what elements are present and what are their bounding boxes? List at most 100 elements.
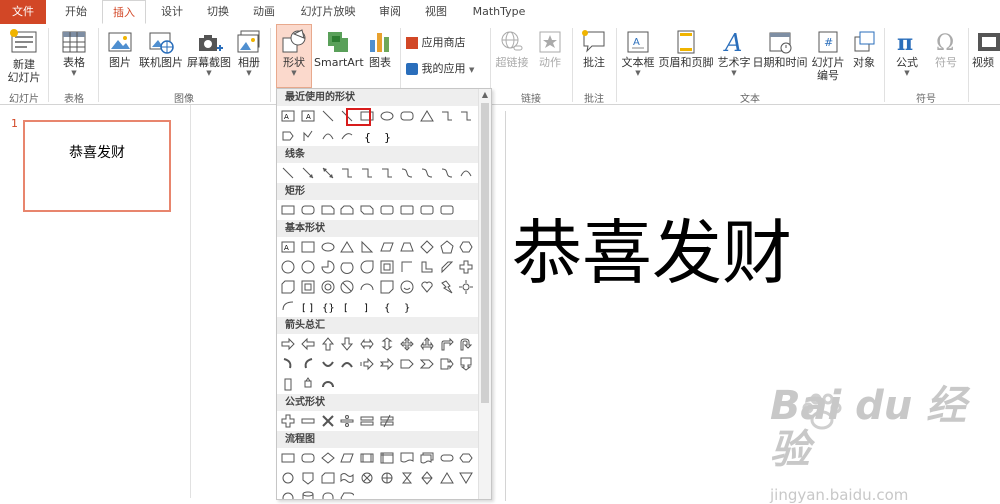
flowchart-multidocument-shape-icon[interactable] bbox=[420, 451, 434, 465]
flowchart-connector-shape-icon[interactable] bbox=[281, 471, 295, 485]
curved-left-arrow-shape-icon[interactable] bbox=[301, 357, 315, 371]
hyperlink-button[interactable]: 超链接 bbox=[494, 28, 530, 69]
rounded-rectangle-shape-icon[interactable] bbox=[301, 203, 315, 217]
tab-view[interactable]: 视图 bbox=[416, 0, 456, 24]
u-turn-arrow-shape-icon[interactable] bbox=[459, 337, 473, 351]
flowchart-terminator-shape-icon[interactable] bbox=[440, 451, 454, 465]
notched-right-arrow-shape-icon[interactable] bbox=[380, 357, 394, 371]
datetime-button[interactable]: 日期和时间 bbox=[752, 28, 808, 69]
flowchart-alternate-process-shape-icon[interactable] bbox=[301, 451, 315, 465]
curved-double-arrow-shape-icon[interactable] bbox=[440, 166, 454, 180]
tab-animations[interactable]: 动画 bbox=[244, 0, 284, 24]
parallelogram-shape-icon[interactable] bbox=[380, 240, 394, 254]
teardrop-shape-icon[interactable] bbox=[360, 260, 374, 274]
triangle-shape-icon[interactable] bbox=[419, 109, 434, 123]
chart-button[interactable]: 图表 bbox=[364, 28, 396, 69]
elbow-connector-shape-icon[interactable] bbox=[340, 166, 354, 180]
round-diagonal-rectangle-shape-icon[interactable] bbox=[440, 203, 454, 217]
video-button[interactable]: 视频 bbox=[972, 28, 1000, 69]
curved-up-arrow-shape-icon[interactable] bbox=[321, 357, 335, 371]
right-brace-shape-icon[interactable]: } bbox=[400, 300, 414, 314]
l-shape-icon[interactable] bbox=[420, 260, 434, 274]
elbow-arrow-shape-icon[interactable] bbox=[360, 166, 374, 180]
left-right-arrow-callout-shape-icon[interactable] bbox=[281, 377, 295, 391]
not-equal-shape-icon[interactable] bbox=[380, 414, 394, 428]
elbow-arrow-shape-icon[interactable] bbox=[459, 109, 473, 123]
triangle-shape-icon[interactable] bbox=[340, 240, 355, 254]
left-brace-shape-icon[interactable]: { bbox=[380, 300, 394, 314]
freeform-shape-icon[interactable] bbox=[301, 129, 315, 143]
screenshot-button[interactable]: 屏幕截图 ▼ bbox=[186, 28, 232, 77]
folded-corner-shape-icon[interactable] bbox=[380, 280, 394, 294]
divide-shape-icon[interactable] bbox=[340, 414, 354, 428]
plus-shape-icon[interactable] bbox=[281, 414, 295, 428]
flowchart-offpage-connector-shape-icon[interactable] bbox=[301, 471, 315, 485]
left-bracket-shape-icon[interactable]: [ bbox=[340, 300, 354, 314]
equal-shape-icon[interactable] bbox=[360, 414, 374, 428]
dodecagon-shape-icon[interactable] bbox=[301, 260, 315, 274]
tab-transitions[interactable]: 切换 bbox=[198, 0, 238, 24]
oval-shape-icon[interactable] bbox=[380, 109, 394, 123]
tab-file[interactable]: 文件 bbox=[0, 0, 46, 24]
striped-right-arrow-shape-icon[interactable] bbox=[360, 357, 375, 371]
comment-button[interactable]: 批注 bbox=[576, 28, 612, 69]
curve-shape-icon[interactable] bbox=[321, 129, 335, 143]
flowchart-collate-shape-icon[interactable] bbox=[400, 471, 414, 485]
scroll-thumb[interactable] bbox=[481, 103, 489, 403]
flowchart-extract-shape-icon[interactable] bbox=[439, 471, 454, 485]
chevron-shape-icon[interactable] bbox=[419, 357, 434, 371]
rounded-rectangle-shape-icon[interactable] bbox=[400, 109, 414, 123]
down-arrow-callout-shape-icon[interactable] bbox=[459, 357, 473, 371]
chord-shape-icon[interactable] bbox=[340, 260, 354, 274]
shapes-button[interactable]: 形状 ▼ bbox=[276, 24, 312, 88]
slide-thumbnail[interactable]: 恭喜发财 bbox=[23, 120, 171, 212]
sun-shape-icon[interactable] bbox=[459, 280, 474, 294]
lightning-shape-icon[interactable] bbox=[440, 280, 454, 294]
tab-slideshow[interactable]: 幻灯片放映 bbox=[296, 0, 360, 24]
double-bracket-shape-icon[interactable]: [ ] bbox=[301, 300, 315, 314]
curve-shape-icon[interactable] bbox=[459, 166, 473, 180]
tab-design[interactable]: 设计 bbox=[152, 0, 192, 24]
left-brace-shape-icon[interactable]: { bbox=[360, 129, 374, 143]
elbow-connector-shape-icon[interactable] bbox=[440, 109, 454, 123]
snip-same-side-rectangle-shape-icon[interactable] bbox=[340, 203, 354, 217]
heart-shape-icon[interactable] bbox=[420, 280, 434, 294]
elbow-double-arrow-shape-icon[interactable] bbox=[380, 166, 394, 180]
smartart-button[interactable]: SmartArt bbox=[314, 28, 364, 69]
slide-number-button[interactable]: # 幻灯片 编号 bbox=[808, 28, 848, 82]
hexagon-shape-icon[interactable] bbox=[459, 240, 474, 254]
decagon-shape-icon[interactable] bbox=[281, 260, 295, 274]
album-button[interactable]: 相册 ▼ bbox=[234, 28, 264, 77]
flowchart-sort-shape-icon[interactable] bbox=[420, 471, 434, 485]
right-arrow-callout-shape-icon[interactable] bbox=[440, 357, 454, 371]
round-single-corner-rectangle-shape-icon[interactable] bbox=[400, 203, 414, 217]
flowchart-predefined-process-shape-icon[interactable] bbox=[360, 451, 374, 465]
snip-diagonal-rectangle-shape-icon[interactable] bbox=[360, 203, 374, 217]
pentagon-regular-shape-icon[interactable] bbox=[440, 240, 454, 254]
round-same-side-rectangle-shape-icon[interactable] bbox=[420, 203, 434, 217]
oval-shape-icon[interactable] bbox=[321, 240, 335, 254]
flowchart-summing-junction-shape-icon[interactable] bbox=[360, 471, 374, 485]
tab-review[interactable]: 审阅 bbox=[370, 0, 410, 24]
double-brace-shape-icon[interactable]: {} bbox=[321, 300, 335, 314]
trapezoid-shape-icon[interactable] bbox=[400, 240, 414, 254]
gallery-scrollbar[interactable]: ▲ bbox=[478, 89, 491, 499]
textbox-button[interactable]: A 文本框 ▼ bbox=[620, 28, 656, 77]
flowchart-process-shape-icon[interactable] bbox=[281, 451, 295, 465]
right-triangle-shape-icon[interactable] bbox=[360, 240, 374, 254]
left-arrow-shape-icon[interactable] bbox=[301, 337, 315, 351]
pentagon-arrow-shape-icon[interactable] bbox=[400, 357, 414, 371]
left-right-arrow-shape-icon[interactable] bbox=[360, 337, 374, 351]
diamond-shape-icon[interactable] bbox=[420, 240, 434, 254]
diagonal-stripe-shape-icon[interactable] bbox=[440, 260, 454, 274]
symbol-button[interactable]: Ω 符号 bbox=[928, 28, 964, 69]
snip-round-rectangle-shape-icon[interactable] bbox=[380, 203, 394, 217]
up-down-arrow-shape-icon[interactable] bbox=[380, 337, 394, 351]
arc-shape-icon[interactable] bbox=[281, 300, 295, 314]
curved-connector-shape-icon[interactable] bbox=[400, 166, 414, 180]
no-symbol-shape-icon[interactable] bbox=[340, 280, 354, 294]
rectangle-shape-icon[interactable] bbox=[281, 203, 295, 217]
right-arrow-shape-icon[interactable] bbox=[281, 337, 295, 351]
flowchart-document-shape-icon[interactable] bbox=[400, 451, 414, 465]
textbox-shape-icon[interactable]: A bbox=[281, 109, 295, 123]
